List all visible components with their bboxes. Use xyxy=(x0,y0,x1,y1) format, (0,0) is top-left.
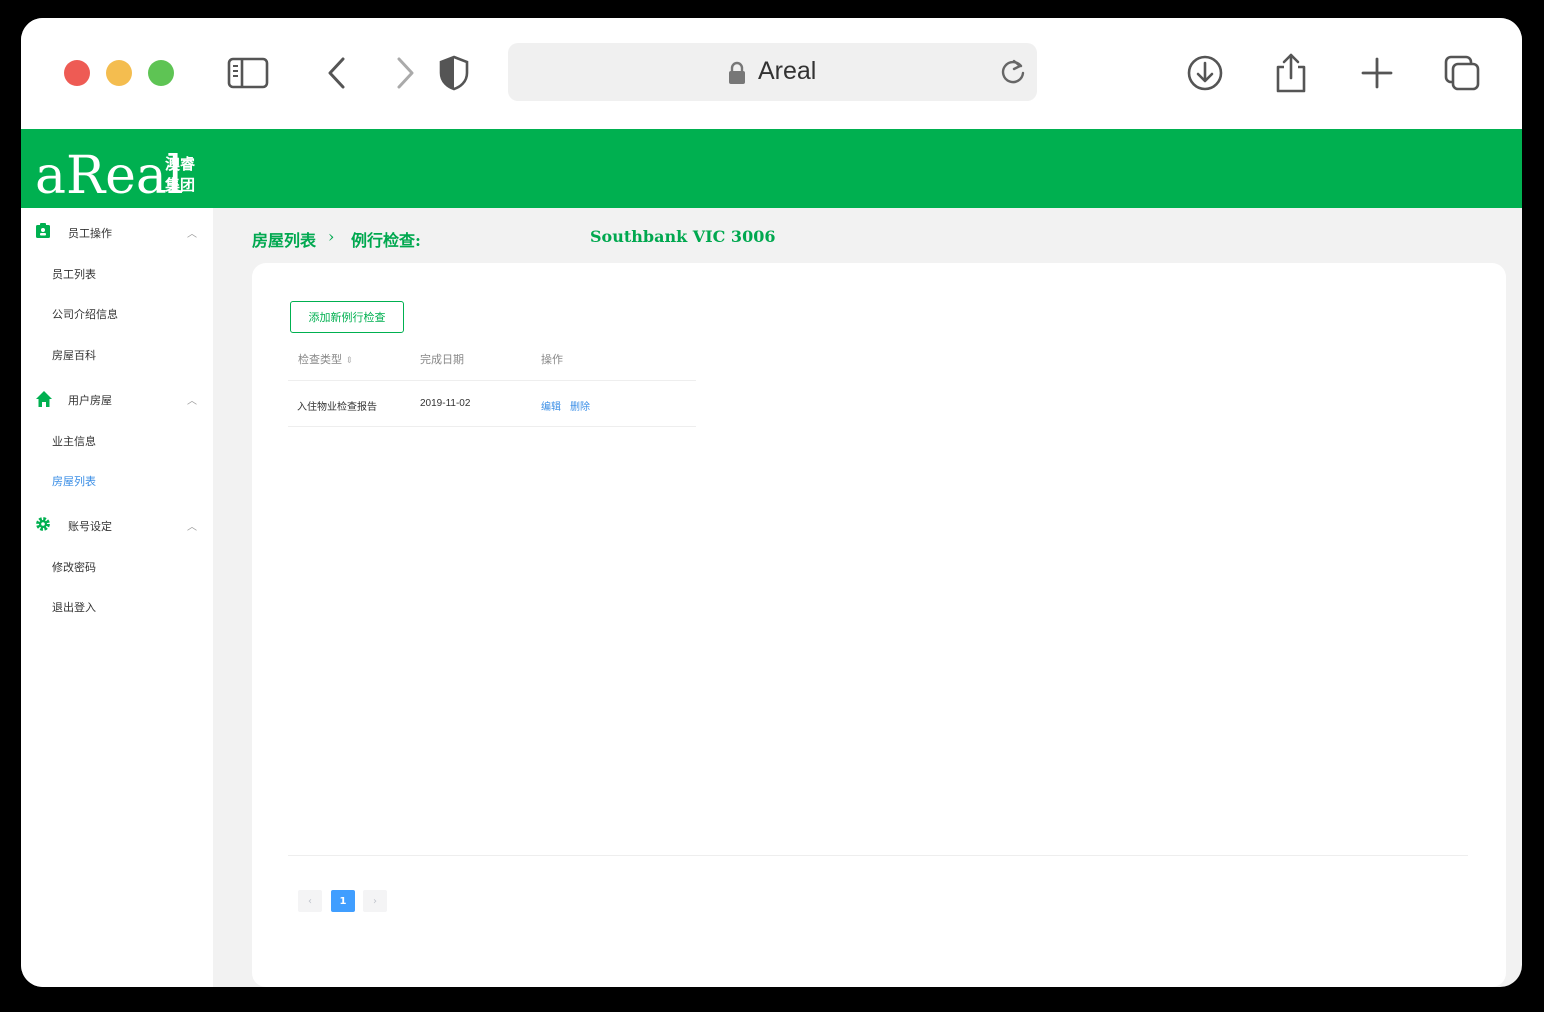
areal-logo[interactable]: aReal 澳睿 集团 xyxy=(35,137,205,206)
sidebar-item-change-password[interactable]: 修改密码 xyxy=(52,559,96,575)
inspection-card: 添加新例行检查 检查类型 ⇕ 完成日期 操作 入住物业检查报告 2019-11-… xyxy=(252,263,1506,987)
reload-icon[interactable] xyxy=(999,56,1027,90)
sidebar-nav: 员工操作 ︿ 员工列表 公司介绍信息 房屋百科 用户房屋 ︿ 业主信息 房屋列表… xyxy=(21,208,213,987)
column-header-type[interactable]: 检查类型 ⇕ xyxy=(298,351,353,367)
chevron-up-icon: ︿ xyxy=(187,522,197,533)
add-routine-inspection-button[interactable]: 添加新例行检查 xyxy=(290,301,404,333)
address-bar[interactable]: Areal xyxy=(508,43,1037,101)
pagination-prev-button[interactable]: ‹ xyxy=(298,890,322,912)
pagination-page-1[interactable]: 1 xyxy=(331,890,355,912)
table-footer-divider xyxy=(288,855,1468,856)
svg-text:aReal: aReal xyxy=(35,146,184,199)
sidebar-group-label: 员工操作 xyxy=(68,227,112,240)
breadcrumb-routine-inspection: 例行检查: xyxy=(351,231,421,250)
table-header-divider xyxy=(288,380,696,381)
breadcrumb-separator: › xyxy=(328,227,335,246)
gear-icon xyxy=(35,516,51,536)
back-icon[interactable] xyxy=(313,50,361,96)
sort-icon[interactable]: ⇕ xyxy=(346,356,354,366)
delete-link[interactable]: 删除 xyxy=(570,398,590,413)
sidebar-group-staff[interactable]: 员工操作 ︿ xyxy=(21,211,213,251)
svg-text:集团: 集团 xyxy=(164,176,195,194)
pagination-next-button[interactable]: › xyxy=(363,890,387,912)
sidebar-item-house-list[interactable]: 房屋列表 xyxy=(52,473,96,489)
sidebar-item-house-wiki[interactable]: 房屋百科 xyxy=(52,347,96,363)
property-address: Southbank VIC 3006 xyxy=(590,227,776,246)
site-header: aReal 澳睿 集团 xyxy=(21,129,1522,208)
home-icon xyxy=(35,390,53,412)
shield-icon[interactable] xyxy=(430,50,478,96)
chevron-up-icon: ︿ xyxy=(187,396,197,407)
tabs-overview-icon[interactable] xyxy=(1438,50,1486,96)
sidebar-group-user-houses[interactable]: 用户房屋 ︿ xyxy=(21,378,213,418)
lock-icon xyxy=(728,61,746,89)
sidebar-item-owner-info[interactable]: 业主信息 xyxy=(52,433,96,449)
id-badge-icon xyxy=(35,223,51,243)
breadcrumb-house-list[interactable]: 房屋列表 xyxy=(252,227,316,251)
cell-completion-date: 2019-11-02 xyxy=(420,398,471,409)
svg-text:澳睿: 澳睿 xyxy=(165,155,196,173)
chevron-up-icon: ︿ xyxy=(187,229,197,240)
close-window-button[interactable] xyxy=(64,60,90,86)
share-icon[interactable] xyxy=(1267,50,1315,96)
address-text: Areal xyxy=(758,57,817,85)
browser-toolbar: Areal xyxy=(21,18,1522,129)
cell-inspection-type: 入住物业检查报告 xyxy=(297,402,377,413)
sidebar-item-logout[interactable]: 退出登入 xyxy=(52,599,96,615)
column-header-actions: 操作 xyxy=(541,353,563,366)
download-icon[interactable] xyxy=(1181,50,1229,96)
minimize-window-button[interactable] xyxy=(106,60,132,86)
sidebar-group-account[interactable]: 账号设定 ︿ xyxy=(21,504,213,544)
new-tab-icon[interactable] xyxy=(1353,50,1401,96)
zoom-window-button[interactable] xyxy=(148,60,174,86)
sidebar-toggle-icon[interactable] xyxy=(224,50,272,96)
sidebar-group-label: 账号设定 xyxy=(68,520,112,533)
edit-link[interactable]: 编辑 xyxy=(541,398,561,413)
table-row-divider xyxy=(288,426,696,427)
sidebar-item-company-info[interactable]: 公司介绍信息 xyxy=(52,306,118,322)
forward-icon[interactable] xyxy=(381,50,429,96)
browser-window: Areal aReal 澳睿 集团 员工操作 ︿ 员工列表 公司介绍信息 房屋百… xyxy=(21,18,1522,987)
sidebar-group-label: 用户房屋 xyxy=(68,394,112,407)
sidebar-item-staff-list[interactable]: 员工列表 xyxy=(52,266,96,282)
column-header-date: 完成日期 xyxy=(420,353,464,366)
